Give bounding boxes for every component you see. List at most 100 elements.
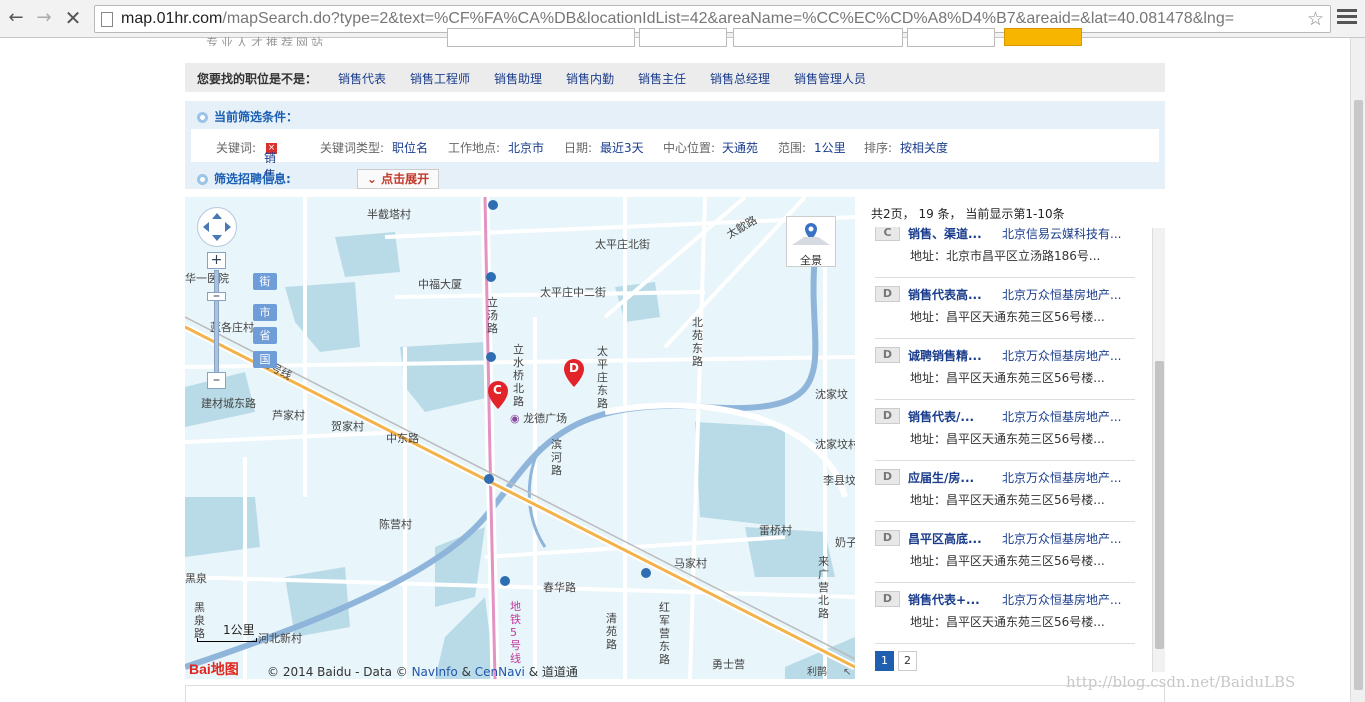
result-summary: 共2页， 19 条， 当前显示第1-10条	[871, 207, 1065, 221]
zoom-in-button[interactable]: +	[207, 252, 226, 269]
job-title-link[interactable]: 诚聘销售精...	[908, 347, 982, 364]
cond-range[interactable]: 1公里	[814, 139, 846, 156]
result-badge: D	[875, 530, 900, 546]
map-marker-c[interactable]: C	[487, 380, 509, 410]
stop-icon[interactable]: ✕	[62, 7, 84, 29]
result-item[interactable]: C 销售、渠道... 北京信易云媒科技有... 地址：北京市昌平区立汤路186号...	[875, 227, 1135, 278]
suggest-item[interactable]: 销售工程师	[410, 70, 470, 87]
map-marker-d[interactable]: D	[563, 358, 585, 388]
panorama-label: 全景	[800, 254, 822, 267]
company-link[interactable]: 北京万众恒基房地产...	[1002, 530, 1121, 547]
city-select[interactable]	[639, 28, 727, 47]
zoom-level-country[interactable]: 国	[253, 351, 277, 368]
cond-label: 日期:	[564, 141, 593, 155]
zoom-level-province[interactable]: 省	[253, 327, 277, 344]
cond-label: 范围:	[778, 141, 807, 155]
navinfo-link[interactable]: NavInfo	[412, 665, 458, 679]
result-badge: D	[875, 591, 900, 607]
menu-icon[interactable]	[1337, 9, 1357, 27]
cond-date[interactable]: 最近3天	[600, 139, 644, 156]
current-filter-heading: 当前筛选条件：	[197, 108, 298, 125]
zoom-level-street[interactable]: 街	[253, 273, 277, 290]
forward-icon[interactable]: →	[33, 7, 55, 29]
cond-keyword-type[interactable]: 职位名	[392, 139, 428, 156]
place-label: 中东路	[386, 432, 419, 445]
company-link[interactable]: 北京万众恒基房地产...	[1002, 286, 1121, 303]
suggest-item[interactable]: 销售代表	[338, 70, 386, 87]
result-item[interactable]: D 销售代表+... 北京万众恒基房地产... 地址：昌平区天通东苑三区56号楼...	[875, 583, 1135, 644]
filter-panel: 当前筛选条件： 关键词: 销售 × 关键词类型: 职位名 工作地点: 北京市 日期…	[185, 101, 1165, 189]
road-label: 红军营东路	[659, 601, 670, 666]
bookmark-star-icon[interactable]: ☆	[1307, 8, 1324, 30]
cond-sort[interactable]: 按相关度	[900, 139, 948, 156]
result-badge: C	[875, 227, 900, 241]
company-link[interactable]: 北京万众恒基房地产...	[1002, 591, 1121, 608]
job-title-link[interactable]: 昌平区高底...	[908, 530, 982, 547]
place-label: 马家村	[674, 557, 707, 570]
zoom-out-button[interactable]: –	[207, 372, 226, 389]
address-text: 地址：昌平区天通东苑三区56号楼...	[910, 493, 1105, 507]
map-canvas[interactable]: 半截塔村 太平庄北街 太歙路 中福大厦 太平庄中二街 华一医院 蓝各庄村 建材城…	[185, 197, 855, 679]
area-select[interactable]	[733, 28, 903, 47]
scroll-thumb[interactable]	[1155, 361, 1164, 649]
place-label: 太平庄中二街	[540, 286, 606, 299]
result-item[interactable]: D 昌平区高底... 北京万众恒基房地产... 地址：昌平区天通东苑三区56号楼...	[875, 522, 1135, 583]
panorama-button[interactable]: 全景	[786, 216, 836, 267]
suggest-item[interactable]: 销售主任	[638, 70, 686, 87]
baidu-logo: Bai地图	[189, 661, 239, 677]
result-item[interactable]: D 销售代表/... 北京万众恒基房地产... 地址：昌平区天通东苑三区56号楼...	[875, 400, 1135, 461]
suggest-item[interactable]: 销售助理	[494, 70, 542, 87]
suggest-item[interactable]: 销售管理人员	[794, 70, 866, 87]
result-item[interactable]: D 销售代表高... 北京万众恒基房地产... 地址：昌平区天通东苑三区56号楼...	[875, 278, 1135, 339]
cennavi-link[interactable]: CenNavi	[475, 665, 525, 679]
pan-arrows-icon	[203, 213, 231, 241]
address-text: 地址：北京市昌平区立汤路186号...	[910, 249, 1101, 263]
place-label: 河北新村	[258, 632, 302, 645]
page-1-button[interactable]: 1	[875, 651, 894, 671]
url-text[interactable]: map.01hr.com/mapSearch.do?type=2&text=%C…	[121, 10, 1301, 28]
job-title-link[interactable]: 销售、渠道...	[908, 227, 982, 242]
job-title-link[interactable]: 销售代表高...	[908, 286, 982, 303]
pan-control[interactable]	[197, 207, 237, 247]
keyword-input[interactable]	[447, 28, 635, 47]
result-item[interactable]: D 应届生/房... 北京万众恒基房地产... 地址：昌平区天通东苑三区56号楼...	[875, 461, 1135, 522]
company-link[interactable]: 北京万众恒基房地产...	[1002, 408, 1121, 425]
place-label: 半截塔村	[367, 208, 411, 221]
place-label: 奶子	[835, 536, 855, 549]
cond-location[interactable]: 北京市	[508, 139, 544, 156]
page-scroll-thumb[interactable]	[1354, 100, 1363, 690]
resize-corner-icon[interactable]: ↖	[843, 667, 851, 678]
cond-keyword[interactable]: 销售 ×	[264, 139, 277, 182]
marker-letter: C	[493, 383, 502, 397]
place-label: 贺家村	[331, 420, 364, 433]
company-link[interactable]: 北京信易云媒科技有...	[1002, 227, 1121, 242]
road-label: 北苑东路	[692, 316, 703, 368]
cond-center[interactable]: 天通苑	[722, 139, 758, 156]
job-title-link[interactable]: 应届生/房...	[908, 469, 974, 486]
zoom-level-city[interactable]: 市	[253, 304, 277, 321]
expand-button[interactable]: ⌄ 点击展开	[357, 169, 439, 189]
page-scrollbar[interactable]	[1350, 38, 1365, 702]
company-link[interactable]: 北京万众恒基房地产...	[1002, 347, 1121, 364]
zoom-slider-track[interactable]	[214, 270, 219, 380]
zoom-slider-handle[interactable]: –	[207, 289, 226, 303]
marker-letter: D	[569, 361, 579, 375]
job-title-link[interactable]: 销售代表/...	[908, 408, 974, 425]
back-icon[interactable]: ←	[5, 7, 27, 29]
place-label: 利鹊	[807, 667, 827, 678]
suggest-item[interactable]: 销售内勤	[566, 70, 614, 87]
place-label: 沈家坟村	[815, 438, 855, 451]
page-2-button[interactable]: 2	[898, 651, 917, 671]
bullet-icon	[197, 174, 208, 185]
page-icon	[101, 12, 113, 27]
company-link[interactable]: 北京万众恒基房地产...	[1002, 469, 1121, 486]
result-scrollbar[interactable]	[1152, 228, 1165, 672]
road-label: 来广营北路	[818, 555, 829, 620]
job-title-link[interactable]: 销售代表+...	[908, 591, 980, 608]
daodaotong-link[interactable]: 道道通	[542, 665, 578, 679]
screen-filter-heading: 筛选招聘信息:	[197, 170, 291, 187]
result-item[interactable]: D 诚聘销售精... 北京万众恒基房地产... 地址：昌平区天通东苑三区56号楼...	[875, 339, 1135, 400]
search-button[interactable]	[1004, 28, 1082, 46]
suggest-item[interactable]: 销售总经理	[710, 70, 770, 87]
range-select[interactable]	[907, 28, 995, 47]
